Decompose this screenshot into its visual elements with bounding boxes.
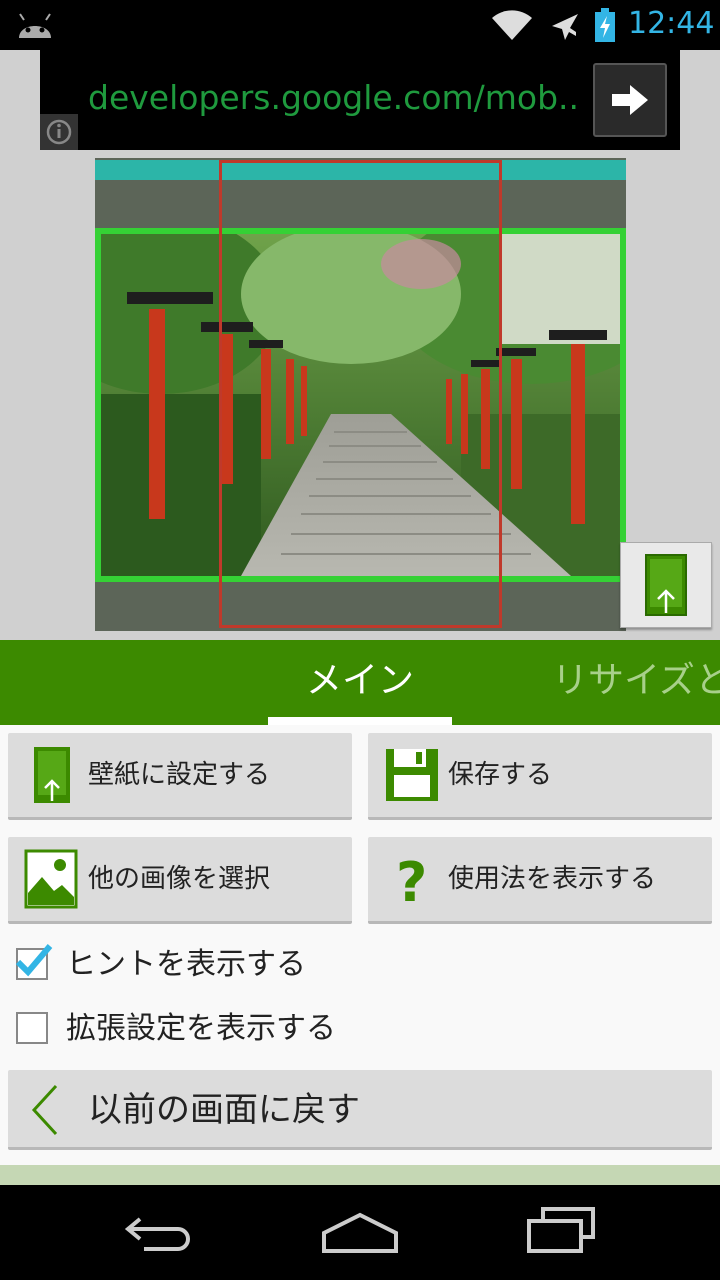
- main-panel: 壁紙に設定する 保存する 他の画像を選択 ? 使用法を表示する ヒントを表示する…: [0, 725, 720, 1185]
- tab-bar: メイン リサイズと: [0, 640, 720, 725]
- crop-frame[interactable]: [219, 160, 502, 628]
- show-advanced-label: 拡張設定を表示する: [66, 1011, 336, 1046]
- select-image-button[interactable]: 他の画像を選択: [8, 837, 352, 924]
- airplane-mode-icon: [552, 14, 578, 40]
- checkmark-icon: [15, 944, 53, 977]
- help-question-icon: ?: [396, 851, 427, 909]
- back-to-previous-label: 以前の画面に戻す: [88, 1090, 360, 1130]
- info-icon[interactable]: [40, 114, 78, 150]
- battery-charging-icon: [595, 8, 615, 42]
- chevron-left-icon: [31, 1084, 58, 1136]
- select-image-label: 他の画像を選択: [88, 864, 271, 894]
- status-bar: 12:44: [0, 0, 720, 50]
- set-wallpaper-icon: [34, 747, 70, 803]
- arrow-right-icon: [612, 85, 648, 115]
- status-clock: 12:44: [628, 6, 715, 41]
- save-label: 保存する: [448, 760, 553, 790]
- save-floppy-icon: [386, 749, 438, 801]
- show-hints-label: ヒントを表示する: [66, 947, 306, 982]
- selected-tab-indicator: [268, 717, 452, 725]
- save-button[interactable]: 保存する: [368, 733, 712, 820]
- wallpaper-preview-area: [0, 150, 720, 640]
- tab-resize[interactable]: リサイズと: [552, 640, 720, 725]
- show-usage-label: 使用法を表示する: [448, 864, 657, 894]
- url-text[interactable]: developers.google.com/mob...: [88, 78, 578, 117]
- recent-apps-icon[interactable]: [525, 1205, 597, 1255]
- svg-text:?: ?: [396, 851, 427, 909]
- show-usage-button[interactable]: ? 使用法を表示する: [368, 837, 712, 924]
- go-arrow-button[interactable]: [593, 63, 667, 137]
- home-icon[interactable]: [320, 1211, 400, 1255]
- tab-main[interactable]: メイン: [268, 640, 452, 725]
- system-navigation-bar: [0, 1185, 720, 1280]
- back-to-previous-button[interactable]: 以前の画面に戻す: [8, 1070, 712, 1150]
- back-icon[interactable]: [124, 1213, 194, 1253]
- url-bar[interactable]: developers.google.com/mob...: [40, 50, 680, 150]
- wallpaper-preview[interactable]: [95, 158, 626, 631]
- show-hints-checkbox[interactable]: [15, 944, 53, 980]
- wifi-icon: [492, 10, 532, 40]
- set-wallpaper-label: 壁紙に設定する: [88, 760, 271, 790]
- set-wallpaper-icon: [645, 554, 687, 616]
- image-gallery-icon: [24, 849, 78, 909]
- browser-url-area: developers.google.com/mob...: [0, 50, 720, 150]
- show-advanced-checkbox[interactable]: [16, 1012, 48, 1044]
- section-header-cutoff: [0, 1165, 720, 1185]
- android-notification-icon: [19, 13, 51, 38]
- set-wallpaper-shortcut-button[interactable]: [620, 542, 712, 628]
- set-wallpaper-button[interactable]: 壁紙に設定する: [8, 733, 352, 820]
